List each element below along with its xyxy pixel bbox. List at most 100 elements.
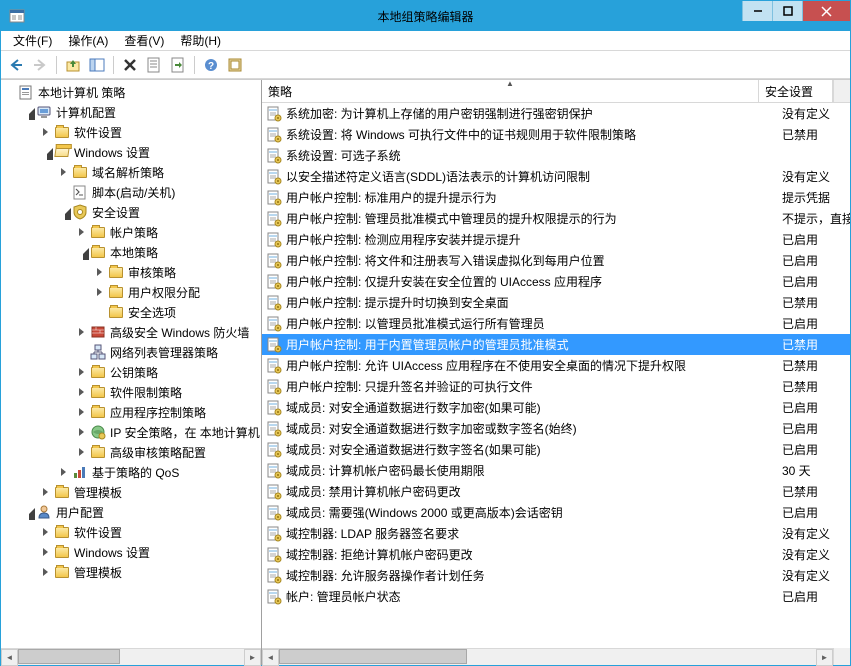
expand-icon[interactable] bbox=[77, 247, 88, 258]
tree-node-software_restriction[interactable]: 软件限制策略 bbox=[1, 382, 261, 402]
tree-hscroll-left[interactable]: ◄ bbox=[1, 649, 18, 666]
tree-node-label: 本地计算机 策略 bbox=[38, 84, 125, 101]
tree-node-software_settings_u[interactable]: 软件设置 bbox=[1, 522, 261, 542]
policy-row[interactable]: 用户帐户控制: 以管理员批准模式运行所有管理员已启用 bbox=[262, 313, 850, 334]
list-hscroll[interactable]: ◄ ► bbox=[262, 648, 833, 665]
expand-icon[interactable] bbox=[59, 467, 70, 478]
column-header-policy[interactable]: 策略 ▲ bbox=[262, 80, 759, 102]
policy-row[interactable]: 以安全描述符定义语言(SDDL)语法表示的计算机访问限制没有定义 bbox=[262, 166, 850, 187]
tree-node-network_list[interactable]: 网络列表管理器策略 bbox=[1, 342, 261, 362]
policy-name: 域控制器: 拒绝计算机帐户密码更改 bbox=[286, 546, 473, 563]
policy-row[interactable]: 用户帐户控制: 提示提升时切换到安全桌面已禁用 bbox=[262, 292, 850, 313]
show-hide-tree-button[interactable] bbox=[86, 54, 108, 76]
tree-node-ip_security[interactable]: IP 安全策略，在 本地计算机 bbox=[1, 422, 261, 442]
tree-node-windows_settings_u[interactable]: Windows 设置 bbox=[1, 542, 261, 562]
policy-name: 用户帐户控制: 检测应用程序安装并提示提升 bbox=[286, 231, 521, 248]
expand-icon[interactable] bbox=[77, 407, 88, 418]
properties-button[interactable] bbox=[143, 54, 165, 76]
tree-hscroll[interactable]: ◄ ► bbox=[1, 648, 261, 665]
policy-row[interactable]: 用户帐户控制: 用于内置管理员帐户的管理员批准模式已禁用 bbox=[262, 334, 850, 355]
tree-node-admin_templates_u[interactable]: 管理模板 bbox=[1, 562, 261, 582]
menu-help[interactable]: 帮助(H) bbox=[172, 30, 229, 51]
expand-icon[interactable] bbox=[23, 507, 34, 518]
policy-row[interactable]: 域成员: 需要强(Windows 2000 或更高版本)会话密钥已启用 bbox=[262, 502, 850, 523]
tree-node-policy_qos[interactable]: 基于策略的 QoS bbox=[1, 462, 261, 482]
expand-icon[interactable] bbox=[77, 367, 88, 378]
policy-row[interactable]: 用户帐户控制: 仅提升安装在安全位置的 UIAccess 应用程序已启用 bbox=[262, 271, 850, 292]
list-body[interactable]: 系统加密: 为计算机上存储的用户密钥强制进行强密钥保护没有定义系统设置: 将 W… bbox=[262, 103, 850, 648]
tree-node-software_settings[interactable]: 软件设置 bbox=[1, 122, 261, 142]
back-button[interactable] bbox=[5, 54, 27, 76]
tree-node-app_control[interactable]: 应用程序控制策略 bbox=[1, 402, 261, 422]
expand-icon[interactable] bbox=[41, 567, 52, 578]
tree-node-windows_settings[interactable]: Windows 设置 bbox=[1, 142, 261, 162]
policy-row[interactable]: 域控制器: LDAP 服务器签名要求没有定义 bbox=[262, 523, 850, 544]
expand-icon[interactable] bbox=[41, 487, 52, 498]
expand-icon[interactable] bbox=[59, 207, 70, 218]
menu-view[interactable]: 查看(V) bbox=[116, 30, 172, 51]
policy-row[interactable]: 域控制器: 允许服务器操作者计划任务没有定义 bbox=[262, 565, 850, 586]
tree-node-name_resolution[interactable]: 域名解析策略 bbox=[1, 162, 261, 182]
list-hscroll-right[interactable]: ► bbox=[816, 649, 833, 666]
expand-icon[interactable] bbox=[41, 527, 52, 538]
policy-row[interactable]: 用户帐户控制: 将文件和注册表写入错误虚拟化到每用户位置已启用 bbox=[262, 250, 850, 271]
tree-node-audit_policy[interactable]: 审核策略 bbox=[1, 262, 261, 282]
expand-icon[interactable] bbox=[95, 287, 106, 298]
tree-node-computer_config[interactable]: 计算机配置 bbox=[1, 102, 261, 122]
help-button[interactable]: ? bbox=[200, 54, 222, 76]
tree-node-windows_firewall[interactable]: 高级安全 Windows 防火墙 bbox=[1, 322, 261, 342]
forward-button[interactable] bbox=[29, 54, 51, 76]
delete-button[interactable] bbox=[119, 54, 141, 76]
expand-icon[interactable] bbox=[23, 107, 34, 118]
export-button[interactable] bbox=[167, 54, 189, 76]
tree-node-local_policies[interactable]: 本地策略 bbox=[1, 242, 261, 262]
tree-node-user_rights[interactable]: 用户权限分配 bbox=[1, 282, 261, 302]
titlebar[interactable]: 本地组策略编辑器 bbox=[1, 1, 850, 31]
expand-icon[interactable] bbox=[77, 327, 88, 338]
policy-row[interactable]: 域成员: 对安全通道数据进行数字签名(如果可能)已启用 bbox=[262, 439, 850, 460]
menu-file[interactable]: 文件(F) bbox=[5, 30, 60, 51]
tree-node-public_key[interactable]: 公钥策略 bbox=[1, 362, 261, 382]
expand-icon[interactable] bbox=[77, 447, 88, 458]
expand-icon[interactable] bbox=[95, 267, 106, 278]
policy-row[interactable]: 系统设置: 将 Windows 可执行文件中的证书规则用于软件限制策略已禁用 bbox=[262, 124, 850, 145]
up-button[interactable] bbox=[62, 54, 84, 76]
tree-node-user_config[interactable]: 用户配置 bbox=[1, 502, 261, 522]
tree-node-account_policies[interactable]: 帐户策略 bbox=[1, 222, 261, 242]
policy-row[interactable]: 域成员: 计算机帐户密码最长使用期限30 天 bbox=[262, 460, 850, 481]
policy-row[interactable]: 用户帐户控制: 管理员批准模式中管理员的提升权限提示的行为不提示，直接 bbox=[262, 208, 850, 229]
policy-row[interactable]: 用户帐户控制: 允许 UIAccess 应用程序在不使用安全桌面的情况下提升权限… bbox=[262, 355, 850, 376]
tree-body[interactable]: 本地计算机 策略计算机配置软件设置Windows 设置域名解析策略脚本(启动/关… bbox=[1, 80, 261, 648]
policy-row[interactable]: 用户帐户控制: 只提升签名并验证的可执行文件已禁用 bbox=[262, 376, 850, 397]
refresh-button[interactable] bbox=[224, 54, 246, 76]
tree-node-scripts[interactable]: 脚本(启动/关机) bbox=[1, 182, 261, 202]
policy-row[interactable]: 域成员: 对安全通道数据进行数字加密(如果可能)已启用 bbox=[262, 397, 850, 418]
tree-node-security_settings[interactable]: 安全设置 bbox=[1, 202, 261, 222]
tree-node-root[interactable]: 本地计算机 策略 bbox=[1, 82, 261, 102]
expand-icon[interactable] bbox=[77, 427, 88, 438]
expand-icon[interactable] bbox=[41, 147, 52, 158]
menu-action[interactable]: 操作(A) bbox=[60, 30, 116, 51]
policy-row[interactable]: 用户帐户控制: 检测应用程序安装并提示提升已启用 bbox=[262, 229, 850, 250]
column-header-security[interactable]: 安全设置 bbox=[759, 80, 833, 102]
policy-row[interactable]: 系统设置: 可选子系统 bbox=[262, 145, 850, 166]
maximize-button[interactable] bbox=[772, 1, 802, 21]
tree-node-admin_templates_c[interactable]: 管理模板 bbox=[1, 482, 261, 502]
policy-row[interactable]: 用户帐户控制: 标准用户的提升提示行为提示凭据 bbox=[262, 187, 850, 208]
expand-icon[interactable] bbox=[77, 227, 88, 238]
policy-row[interactable]: 系统加密: 为计算机上存储的用户密钥强制进行强密钥保护没有定义 bbox=[262, 103, 850, 124]
policy-row[interactable]: 帐户: 管理员帐户状态已启用 bbox=[262, 586, 850, 607]
minimize-button[interactable] bbox=[742, 1, 772, 21]
tree-node-advanced_audit[interactable]: 高级审核策略配置 bbox=[1, 442, 261, 462]
tree-hscroll-right[interactable]: ► bbox=[244, 649, 261, 666]
close-button[interactable] bbox=[802, 1, 850, 21]
expand-icon[interactable] bbox=[59, 167, 70, 178]
expand-icon[interactable] bbox=[41, 127, 52, 138]
expand-icon[interactable] bbox=[77, 387, 88, 398]
expand-icon[interactable] bbox=[41, 547, 52, 558]
list-hscroll-left[interactable]: ◄ bbox=[262, 649, 279, 666]
policy-row[interactable]: 域成员: 对安全通道数据进行数字加密或数字签名(始终)已启用 bbox=[262, 418, 850, 439]
policy-row[interactable]: 域成员: 禁用计算机帐户密码更改已禁用 bbox=[262, 481, 850, 502]
tree-node-security_options[interactable]: 安全选项 bbox=[1, 302, 261, 322]
policy-row[interactable]: 域控制器: 拒绝计算机帐户密码更改没有定义 bbox=[262, 544, 850, 565]
